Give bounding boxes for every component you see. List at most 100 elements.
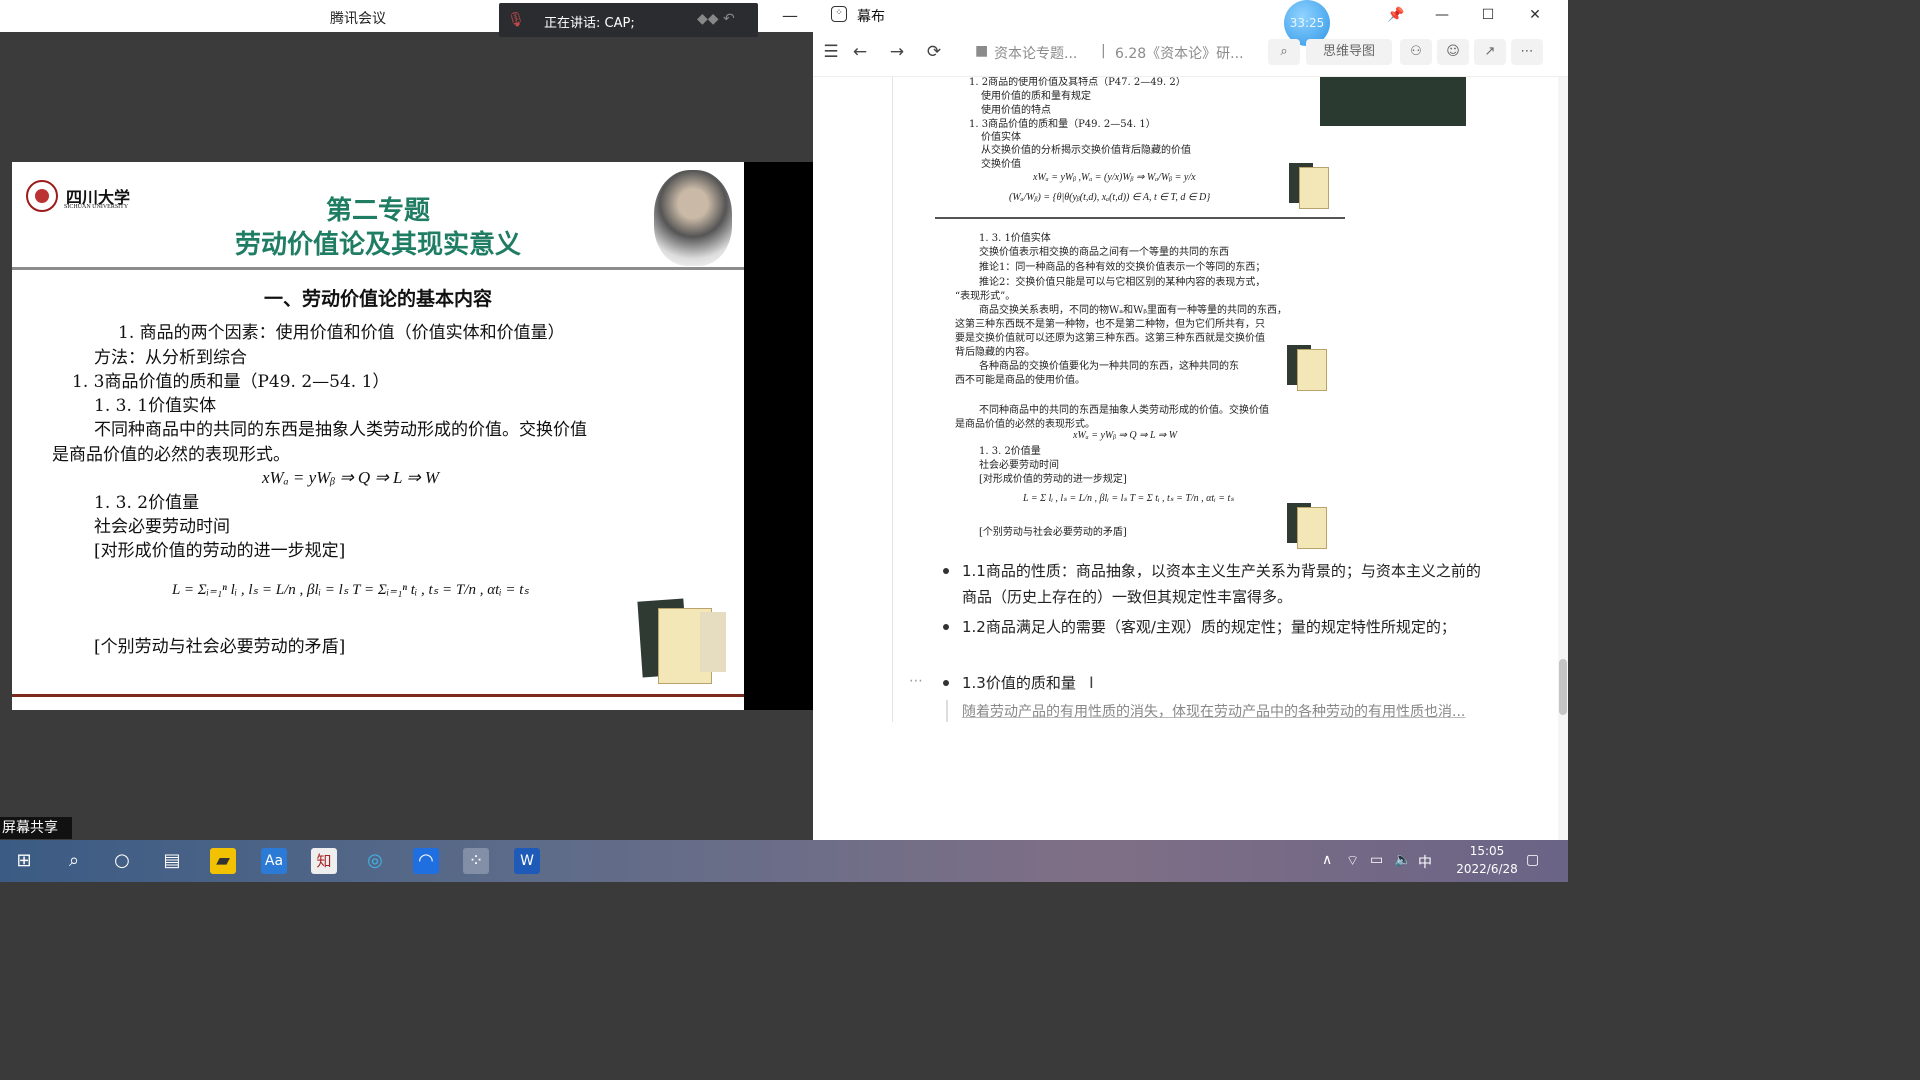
slide-line: 1. 3. 1价值实体	[94, 396, 217, 416]
embed-formula: xWₐ = yWᵦ ,Wₐ = (y/x)Wᵦ ⇒ Wₐ/Wᵦ = y/x	[1033, 172, 1196, 183]
windows-taskbar: ⊞ ⌕ ○ ▤ ▰ Aa 知 ◎ ◠ ⁘ W ∧ ⌔ ▭ 🔈 中 15:05 2…	[0, 840, 1568, 882]
embed-line: 商品交换关系表明，不同的物Wₐ和Wᵦ里面有一种等量的共同的东西，	[979, 305, 1288, 316]
book-image	[1287, 503, 1333, 549]
notification-icon[interactable]: ▢	[1526, 852, 1539, 868]
collaborate-icon[interactable]: ☺	[1437, 39, 1469, 65]
breadcrumb-document[interactable]: 6.28《资本论》研...	[1115, 43, 1244, 63]
embed-line: 社会必要劳动时间	[979, 460, 1059, 471]
windows-start-icon[interactable]: ⊞	[11, 848, 37, 874]
share-network-icon[interactable]: ⚇	[1400, 39, 1432, 65]
embed-line: 从交换价值的分析揭示交换价值背后隐藏的价值	[981, 145, 1191, 156]
volume-icon[interactable]: 🔈	[1394, 852, 1411, 868]
embedded-slide-image-2[interactable]: 1. 3. 1价值实体 交换价值表示相交换的商品之间有一个等量的共同的东西 推论…	[953, 227, 1345, 552]
embed-line: 1. 3. 2价值量	[979, 446, 1041, 457]
embed-line: 这第三种东西既不是第一种物，也不是第二种物，但为它们所共有，只	[955, 319, 1265, 330]
embedded-slide-image-1[interactable]: 1. 2商品的使用价值及其特点（P47. 2—49. 2） 使用价值的质和量有规…	[935, 77, 1466, 219]
mubu-toolbar: ☰ ← → ⟳ ■ 资本论专题... | 6.28《资本论》研... ⌕ 思维导…	[813, 34, 1568, 70]
vertical-scrollbar[interactable]	[1558, 77, 1568, 840]
capital-book-image	[637, 598, 728, 686]
embed-line: 交换价值表示相交换的商品之间有一个等量的共同的东西	[979, 247, 1229, 258]
share-control-icons[interactable]: ◆◆ ↶	[697, 11, 751, 29]
embed-line: 推论1：同一种商品的各种有效的交换价值表示一个等同的东西；	[979, 262, 1266, 273]
minimize-button[interactable]: —	[778, 4, 802, 28]
mindmap-button[interactable]: 思维导图	[1306, 39, 1392, 65]
tray-chevron-icon[interactable]: ∧	[1322, 852, 1332, 868]
bullet-dot[interactable]	[943, 568, 949, 574]
outline-item[interactable]: 1.1商品的性质：商品抽象，以资本主义生产关系为背景的；与资本主义之前的商品（历…	[962, 558, 1482, 610]
slide-formula: L = Σᵢ₌₁ⁿ lᵢ , lₛ = L/n , βlᵢ = lₛ T = Σ…	[172, 582, 529, 598]
embed-line: 不同种商品中的共同的东西是抽象人类劳动形成的价值。交换价值	[979, 405, 1269, 416]
refresh-icon[interactable]: ⟳	[922, 40, 946, 64]
breadcrumb-folder[interactable]: 资本论专题...	[994, 43, 1077, 63]
pin-icon[interactable]: 📌	[1383, 4, 1409, 26]
menu-icon[interactable]: ☰	[819, 40, 843, 64]
dictionary-app-icon[interactable]: Aa	[261, 848, 287, 874]
embed-line: 1. 3. 1价值实体	[979, 233, 1051, 244]
mubu-app-icon: ⁘	[831, 6, 847, 22]
marx-portrait-image	[654, 170, 732, 266]
slide-line: 1. 商品的两个因素：使用价值和价值（价值实体和价值量）	[118, 323, 565, 343]
word-app-icon[interactable]: W	[514, 848, 540, 874]
slide-formula: xWₐ = yWᵦ ⇒ Q ⇒ L ⇒ W	[262, 468, 440, 487]
embed-line: 交换价值	[981, 159, 1021, 170]
tencent-meeting-window: 腾讯会议 — 🎙 正在讲话: CAP; ◆◆ ↶ 四川大学 SICHUAN UN…	[0, 0, 813, 840]
breadcrumb-separator: |	[1101, 43, 1106, 59]
meeting-title: 腾讯会议	[330, 11, 386, 27]
mubu-title-bar: ⁘ 幕布 📌 — ☐ ✕	[813, 0, 1568, 30]
embed-formula: L = Σ lᵢ , lₛ = L/n , βlᵢ = lₛ T = Σ tᵢ …	[1023, 493, 1235, 504]
embed-line: [个别劳动与社会必要劳动的矛盾]	[979, 527, 1127, 538]
slide-line: [对形成价值的劳动的进一步规定]	[94, 541, 346, 561]
outline-item-active[interactable]: 1.3价值的质和量	[962, 670, 1076, 696]
book-image	[1289, 163, 1335, 209]
embed-line: 背后隐藏的内容。	[955, 347, 1035, 358]
close-button[interactable]: ✕	[1522, 4, 1548, 26]
embed-line: 使用价值的质和量有规定	[981, 91, 1091, 102]
cnki-app-icon[interactable]: 知	[311, 848, 337, 874]
wifi-icon[interactable]: ⌔	[1346, 852, 1359, 870]
mubu-app-icon[interactable]: ⁘	[463, 848, 489, 874]
slide-title-line2: 劳动价值论及其现实意义	[234, 230, 521, 260]
embed-line: “表现形式”。	[955, 291, 1016, 302]
search-icon[interactable]: ⌕	[1268, 39, 1300, 65]
slide-letterbox	[744, 162, 813, 710]
battery-icon[interactable]: ▭	[1370, 852, 1383, 868]
ime-indicator[interactable]: 中	[1418, 852, 1432, 872]
tencent-meeting-icon[interactable]: ◠	[413, 848, 439, 874]
item-drag-handle[interactable]: ⋯	[909, 673, 923, 689]
scrollbar-thumb[interactable]	[1559, 659, 1567, 715]
bullet-dot[interactable]	[943, 680, 949, 686]
speaking-indicator: 🎙 正在讲话: CAP; ◆◆ ↶	[499, 3, 758, 37]
export-icon[interactable]: ↗	[1474, 39, 1506, 65]
slide-line: 方法：从分析到综合	[94, 348, 247, 368]
slide-title-line1: 第二专题	[325, 196, 430, 226]
outline-note[interactable]: 随着劳动产品的有用性质的消失，体现在劳动产品中的各种劳动的有用性质也消...	[962, 701, 1465, 721]
outline-item[interactable]: 1.2商品满足人的需要（客观/主观）质的规定性；量的规定特性所规定的；	[962, 614, 1482, 640]
slide-bottom-rule	[12, 694, 744, 697]
embed-formula: (Wₐ/Wᵦ) = {θ|θ(yᵦ(t,d), xₐ(t,d)) ∈ A, t …	[1009, 192, 1211, 203]
mubu-app-title: 幕布	[857, 9, 885, 25]
edge-browser-icon[interactable]: ◎	[362, 848, 388, 874]
maximize-button[interactable]: ☐	[1475, 4, 1501, 26]
slide-heading: 一、劳动价值论的基本内容	[263, 288, 492, 310]
embed-line: 要是交换价值就可以还原为这第三种东西。这第三种东西就是交换价值	[955, 333, 1265, 344]
mic-muted-icon: 🎙	[507, 12, 525, 28]
cortana-icon[interactable]: ○	[109, 848, 135, 874]
sticky-notes-icon[interactable]: ▰	[210, 848, 236, 874]
search-icon[interactable]: ⌕	[61, 848, 87, 874]
clock-date[interactable]: 2022/6/28	[1442, 862, 1532, 876]
embed-formula: xWₐ = yWᵦ ⇒ Q ⇒ L ⇒ W	[1073, 430, 1178, 441]
minimize-button[interactable]: —	[1429, 4, 1455, 26]
screen-share-tag[interactable]: 屏幕共享	[0, 817, 72, 839]
speaking-text: 正在讲话: CAP;	[544, 16, 635, 31]
clock-time[interactable]: 15:05	[1458, 844, 1516, 858]
text-cursor: I	[1089, 673, 1094, 692]
back-arrow-icon[interactable]: ←	[848, 40, 872, 64]
slide-line: 是商品价值的必然的表现形式。	[52, 445, 290, 465]
task-view-icon[interactable]: ▤	[159, 848, 185, 874]
embed-line: 推论2：交换价值只能是可以与它相区别的某种内容的表现方式，	[979, 277, 1266, 288]
slide-line: 1. 3. 2价值量	[94, 493, 200, 513]
more-icon[interactable]: ⋯	[1511, 39, 1543, 65]
mubu-window: ⁘ 幕布 📌 — ☐ ✕ 33:25 ☰ ← → ⟳ ■ 资本论专题... | …	[813, 0, 1568, 840]
bullet-dot[interactable]	[943, 624, 949, 630]
forward-arrow-icon[interactable]: →	[885, 40, 909, 64]
